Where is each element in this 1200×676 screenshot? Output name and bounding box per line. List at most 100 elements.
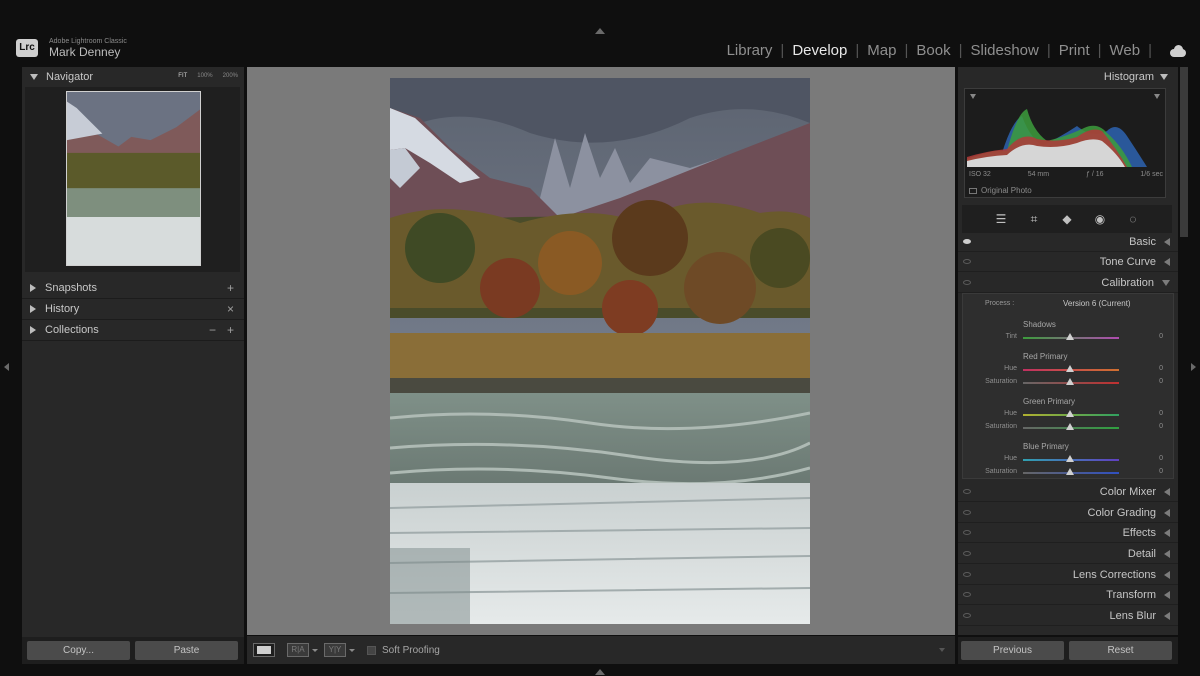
red-hue-slider-row: Hue 0 <box>963 365 1175 375</box>
eye-icon[interactable] <box>963 280 971 285</box>
zoom-fit[interactable]: FIT <box>178 73 187 79</box>
crop-icon[interactable]: ⌗ <box>1026 211 1042 227</box>
navigator-thumbnail[interactable] <box>66 91 201 266</box>
right-panel-footer: Previous Reset <box>958 637 1178 664</box>
module-web[interactable]: Web <box>1108 42 1143 59</box>
slider-value[interactable]: 0 <box>1159 333 1163 340</box>
zoom-200[interactable]: 200% <box>223 73 238 79</box>
color-grading-label: Color Grading <box>1087 506 1156 519</box>
left-panel-toggle-icon[interactable] <box>4 363 9 371</box>
slider-label: Saturation <box>985 423 1017 430</box>
module-book[interactable]: Book <box>914 42 952 59</box>
add-snapshot-icon[interactable]: + <box>227 281 234 295</box>
previous-button[interactable]: Previous <box>961 641 1064 660</box>
photo-preview[interactable] <box>390 78 810 624</box>
history-label: History <box>45 303 80 315</box>
effects-section-header[interactable]: Effects <box>958 523 1178 543</box>
zoom-100[interactable]: 100% <box>197 73 212 79</box>
detail-section-header[interactable]: Detail <box>958 544 1178 564</box>
eye-icon[interactable] <box>963 259 971 264</box>
module-separator: | <box>904 42 909 59</box>
eye-icon[interactable] <box>963 239 971 244</box>
lens-blur-section-header[interactable]: Lens Blur <box>958 606 1178 626</box>
slider-value[interactable]: 0 <box>1159 455 1163 462</box>
color-grading-section-header[interactable]: Color Grading <box>958 503 1178 523</box>
clear-history-icon[interactable]: × <box>227 302 234 316</box>
tint-slider-thumb[interactable] <box>1066 333 1074 340</box>
paste-button[interactable]: Paste <box>135 641 238 660</box>
reset-button[interactable]: Reset <box>1069 641 1172 660</box>
top-panel-toggle-icon[interactable] <box>595 28 605 34</box>
process-label: Process : <box>985 300 1015 307</box>
eye-icon[interactable] <box>963 572 971 577</box>
green-primary-title: Green Primary <box>1023 397 1076 406</box>
filmstrip-toggle-icon[interactable] <box>595 669 605 675</box>
copy-button[interactable]: Copy... <box>27 641 130 660</box>
loupe-view-button[interactable] <box>253 643 275 657</box>
chevron-down-icon[interactable] <box>349 648 355 652</box>
module-separator: | <box>1046 42 1051 59</box>
basic-section-header[interactable]: Basic <box>958 232 1178 252</box>
histogram[interactable]: ISO 32 54 mm ƒ / 16 1/6 sec Original Pho… <box>964 88 1166 198</box>
green-saturation-slider-thumb[interactable] <box>1066 423 1074 430</box>
slider-value[interactable]: 0 <box>1159 468 1163 475</box>
slider-value[interactable]: 0 <box>1159 378 1163 385</box>
eye-icon[interactable] <box>963 551 971 556</box>
main-canvas[interactable] <box>247 67 955 635</box>
tool-strip: ☰ ⌗ ◆ ◉ ◌ <box>962 205 1172 233</box>
snapshots-header[interactable]: Snapshots + <box>22 278 244 299</box>
slider-value[interactable]: 0 <box>1159 365 1163 372</box>
eye-icon[interactable] <box>963 489 971 494</box>
slider-label: Hue <box>1004 365 1017 372</box>
edit-sliders-icon[interactable]: ☰ <box>993 211 1009 227</box>
calibration-section-header[interactable]: Calibration <box>958 273 1178 293</box>
cloud-icon[interactable] <box>1168 44 1188 58</box>
transform-section-header[interactable]: Transform <box>958 585 1178 605</box>
soft-proofing-checkbox[interactable] <box>367 645 376 655</box>
toolbar-options-icon[interactable] <box>939 648 945 652</box>
soft-proofing-label: Soft Proofing <box>382 644 440 656</box>
history-header[interactable]: History × <box>22 299 244 320</box>
red-eye-icon[interactable]: ◉ <box>1092 211 1108 227</box>
add-collection-icon[interactable]: + <box>227 323 234 337</box>
blue-hue-slider-thumb[interactable] <box>1066 455 1074 462</box>
chevron-down-icon[interactable] <box>312 648 318 652</box>
blue-saturation-slider-thumb[interactable] <box>1066 468 1074 475</box>
tone-curve-section-header[interactable]: Tone Curve <box>958 252 1178 272</box>
process-version-select[interactable]: Version 6 (Current) <box>1063 299 1131 308</box>
module-develop[interactable]: Develop <box>790 42 849 59</box>
navigator-preview[interactable] <box>25 87 240 272</box>
slider-value[interactable]: 0 <box>1159 410 1163 417</box>
collections-header[interactable]: Collections − + <box>22 320 244 341</box>
eye-icon[interactable] <box>963 510 971 515</box>
slider-value[interactable]: 0 <box>1159 423 1163 430</box>
collapse-triangle-icon <box>1160 74 1168 80</box>
eye-icon[interactable] <box>963 530 971 535</box>
red-hue-slider-thumb[interactable] <box>1066 365 1074 372</box>
masking-icon[interactable]: ◌ <box>1125 211 1141 227</box>
iso-value: ISO 32 <box>969 171 991 178</box>
healing-icon[interactable]: ◆ <box>1059 211 1075 227</box>
histogram-header[interactable]: Histogram <box>958 67 1178 87</box>
eye-icon[interactable] <box>963 592 971 597</box>
module-slideshow[interactable]: Slideshow <box>968 42 1040 59</box>
remove-collection-icon[interactable]: − <box>209 323 216 337</box>
module-print[interactable]: Print <box>1057 42 1092 59</box>
survey-view-button[interactable]: Y|Y <box>324 643 346 657</box>
eye-icon[interactable] <box>963 613 971 618</box>
before-after-button[interactable]: R|A <box>287 643 309 657</box>
right-panel-scrollbar[interactable] <box>1180 67 1188 237</box>
color-mixer-section-header[interactable]: Color Mixer <box>958 482 1178 502</box>
navigator-header[interactable]: Navigator FIT 100% 200% <box>22 67 244 87</box>
red-saturation-slider-thumb[interactable] <box>1066 378 1074 385</box>
right-panel-toggle-icon[interactable] <box>1191 363 1196 371</box>
module-library[interactable]: Library <box>725 42 775 59</box>
transform-label: Transform <box>1106 588 1156 601</box>
module-map[interactable]: Map <box>865 42 898 59</box>
original-photo-indicator: Original Photo <box>969 186 1032 195</box>
develop-toolbar: R|A Y|Y Soft Proofing <box>247 636 955 664</box>
color-mixer-label: Color Mixer <box>1099 485 1156 498</box>
lens-corrections-section-header[interactable]: Lens Corrections <box>958 565 1178 585</box>
green-hue-slider-thumb[interactable] <box>1066 410 1074 417</box>
expand-triangle-icon <box>1164 549 1170 558</box>
